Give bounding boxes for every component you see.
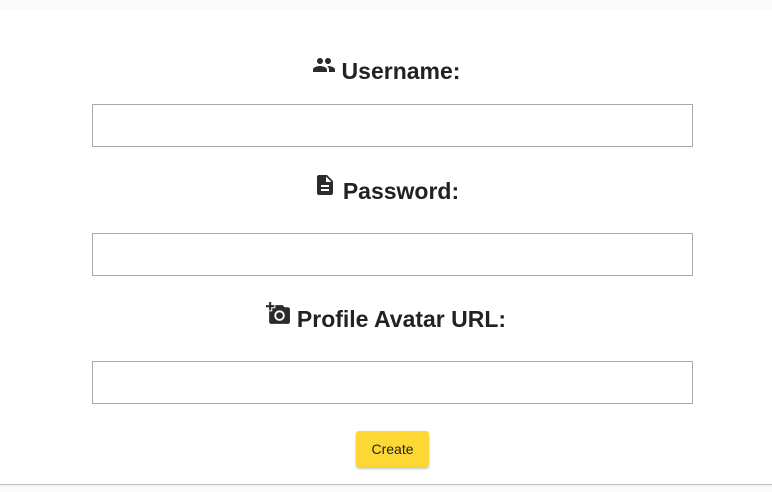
password-label: Password: (0, 175, 772, 205)
avatar-url-label: Profile Avatar URL: (0, 301, 772, 333)
avatar-url-label-text: Profile Avatar URL: (296, 306, 507, 332)
username-label: Username: (0, 57, 772, 85)
password-label-text: Password: (342, 178, 460, 204)
add-photo-icon (265, 301, 291, 326)
document-icon (313, 173, 337, 197)
username-input[interactable] (92, 104, 693, 147)
people-icon (312, 53, 336, 77)
username-label-text: Username: (341, 58, 461, 84)
password-input[interactable] (92, 233, 693, 276)
create-button[interactable]: Create (356, 431, 429, 467)
signup-form-card: Username: Password: Profile Avatar URL: (0, 9, 772, 485)
avatar-url-input[interactable] (92, 361, 693, 404)
